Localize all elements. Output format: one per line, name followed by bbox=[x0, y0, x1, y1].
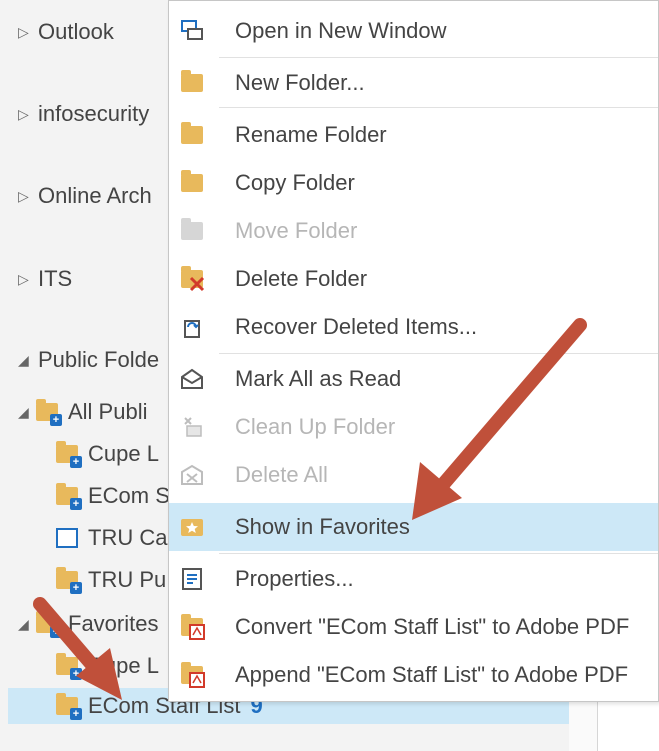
nav-label: Public Folde bbox=[38, 347, 160, 372]
nav-label: Cupe L bbox=[88, 653, 159, 678]
recycle-icon bbox=[184, 320, 200, 338]
nav-label: Outlook bbox=[38, 19, 114, 44]
folder-icon: + bbox=[36, 611, 62, 638]
nav-online-archive[interactable]: ▷ Online Arch bbox=[18, 178, 152, 214]
properties-icon bbox=[182, 568, 202, 590]
folder-icon bbox=[179, 70, 205, 96]
menu-delete-all: Delete All bbox=[169, 453, 658, 497]
folder-icon: + bbox=[36, 399, 62, 426]
collapse-triangle-icon[interactable]: ◢ bbox=[18, 404, 36, 421]
menu-copy-folder[interactable]: Copy Folder bbox=[169, 161, 658, 205]
rename-folder-icon bbox=[179, 122, 205, 148]
nav-folder-tru-calendar[interactable]: TRU Ca bbox=[56, 520, 167, 556]
menu-item-label: Mark All as Read bbox=[235, 366, 402, 391]
nav-folder-tru-pu[interactable]: + TRU Pu bbox=[56, 562, 166, 598]
menu-rename-folder[interactable]: Rename Folder bbox=[169, 113, 658, 157]
collapse-triangle-icon[interactable]: ◢ bbox=[18, 616, 36, 633]
menu-convert-to-pdf[interactable]: Convert "ECom Staff List" to Adobe PDF bbox=[169, 605, 658, 649]
move-folder-icon bbox=[179, 218, 205, 244]
nav-label: Online Arch bbox=[38, 183, 152, 208]
nav-public-folders[interactable]: ◢ Public Folde bbox=[18, 342, 159, 378]
delete-all-icon bbox=[181, 464, 203, 485]
menu-append-to-pdf[interactable]: Append "ECom Staff List" to Adobe PDF bbox=[169, 653, 658, 697]
expand-triangle-icon[interactable]: ▷ bbox=[18, 24, 36, 41]
nav-folder-ecom[interactable]: + ECom S bbox=[56, 478, 170, 514]
menu-separator bbox=[219, 57, 658, 58]
nav-folder-cupe[interactable]: + Cupe L bbox=[56, 436, 159, 472]
calendar-icon bbox=[56, 528, 78, 548]
menu-show-in-favorites[interactable]: Show in Favorites bbox=[169, 503, 658, 551]
collapse-triangle-icon[interactable]: ◢ bbox=[18, 352, 36, 369]
menu-item-label: Recover Deleted Items... bbox=[235, 314, 478, 339]
nav-label: Favorites bbox=[68, 611, 159, 636]
nav-outlook[interactable]: ▷ Outlook bbox=[18, 14, 114, 50]
nav-fav-cupe[interactable]: + Cupe L bbox=[56, 648, 159, 684]
menu-new-folder[interactable]: New Folder... bbox=[169, 61, 658, 105]
open-envelope-icon bbox=[181, 368, 203, 389]
expand-triangle-icon[interactable]: ▷ bbox=[18, 188, 36, 205]
menu-properties[interactable]: Properties... bbox=[169, 557, 658, 601]
menu-item-label: Clean Up Folder bbox=[235, 414, 396, 439]
menu-item-label: New Folder... bbox=[235, 70, 365, 95]
delete-folder-icon bbox=[179, 266, 205, 292]
menu-move-folder: Move Folder bbox=[169, 209, 658, 253]
pdf-convert-icon bbox=[179, 614, 205, 640]
menu-item-label: Move Folder bbox=[235, 218, 358, 243]
menu-item-label: Delete Folder bbox=[235, 266, 368, 291]
nav-label: Cupe L bbox=[88, 441, 159, 466]
new-window-icon bbox=[181, 20, 203, 40]
menu-item-label: Rename Folder bbox=[235, 122, 387, 147]
folder-icon: + bbox=[56, 653, 82, 680]
folder-icon: + bbox=[56, 483, 82, 510]
menu-item-label: Append "ECom Staff List" to Adobe PDF bbox=[235, 662, 629, 687]
nav-label: TRU Pu bbox=[88, 567, 167, 592]
nav-label: ECom S bbox=[88, 483, 170, 508]
folder-icon: + bbox=[56, 567, 82, 594]
menu-open-new-window[interactable]: Open in New Window bbox=[169, 9, 658, 53]
menu-separator bbox=[219, 107, 658, 108]
menu-item-label: Copy Folder bbox=[235, 170, 355, 195]
menu-item-label: Open in New Window bbox=[235, 18, 447, 43]
menu-item-label: Convert "ECom Staff List" to Adobe PDF bbox=[235, 614, 630, 639]
nav-its[interactable]: ▷ ITS bbox=[18, 261, 72, 297]
menu-separator bbox=[219, 353, 658, 354]
nav-favorites[interactable]: ◢ + Favorites bbox=[18, 606, 158, 642]
context-menu: Open in New Window New Folder... Rename … bbox=[168, 0, 659, 702]
nav-label: All Publi bbox=[68, 399, 148, 424]
menu-item-label: Show in Favorites bbox=[235, 514, 410, 539]
nav-label: infosecurity bbox=[38, 101, 150, 126]
folder-icon: + bbox=[56, 693, 82, 720]
menu-recover-deleted-items[interactable]: Recover Deleted Items... bbox=[169, 305, 658, 349]
pdf-append-icon bbox=[179, 662, 205, 688]
expand-triangle-icon[interactable]: ▷ bbox=[18, 271, 36, 288]
copy-folder-icon bbox=[179, 170, 205, 196]
favorite-folder-icon bbox=[181, 519, 203, 536]
nav-all-public-folders[interactable]: ◢ + All Publi bbox=[18, 394, 147, 430]
menu-item-label: Delete All bbox=[235, 462, 328, 487]
nav-label: TRU Ca bbox=[88, 525, 168, 550]
menu-clean-up-folder: Clean Up Folder bbox=[169, 405, 658, 449]
expand-triangle-icon[interactable]: ▷ bbox=[18, 106, 36, 123]
menu-delete-folder[interactable]: Delete Folder bbox=[169, 257, 658, 301]
nav-label: ITS bbox=[38, 266, 73, 291]
menu-separator bbox=[219, 553, 658, 554]
folder-icon: + bbox=[56, 441, 82, 468]
clean-up-icon bbox=[184, 417, 202, 437]
menu-mark-all-read[interactable]: Mark All as Read bbox=[169, 357, 658, 401]
nav-infosecurity[interactable]: ▷ infosecurity bbox=[18, 96, 149, 132]
menu-item-label: Properties... bbox=[235, 566, 354, 591]
